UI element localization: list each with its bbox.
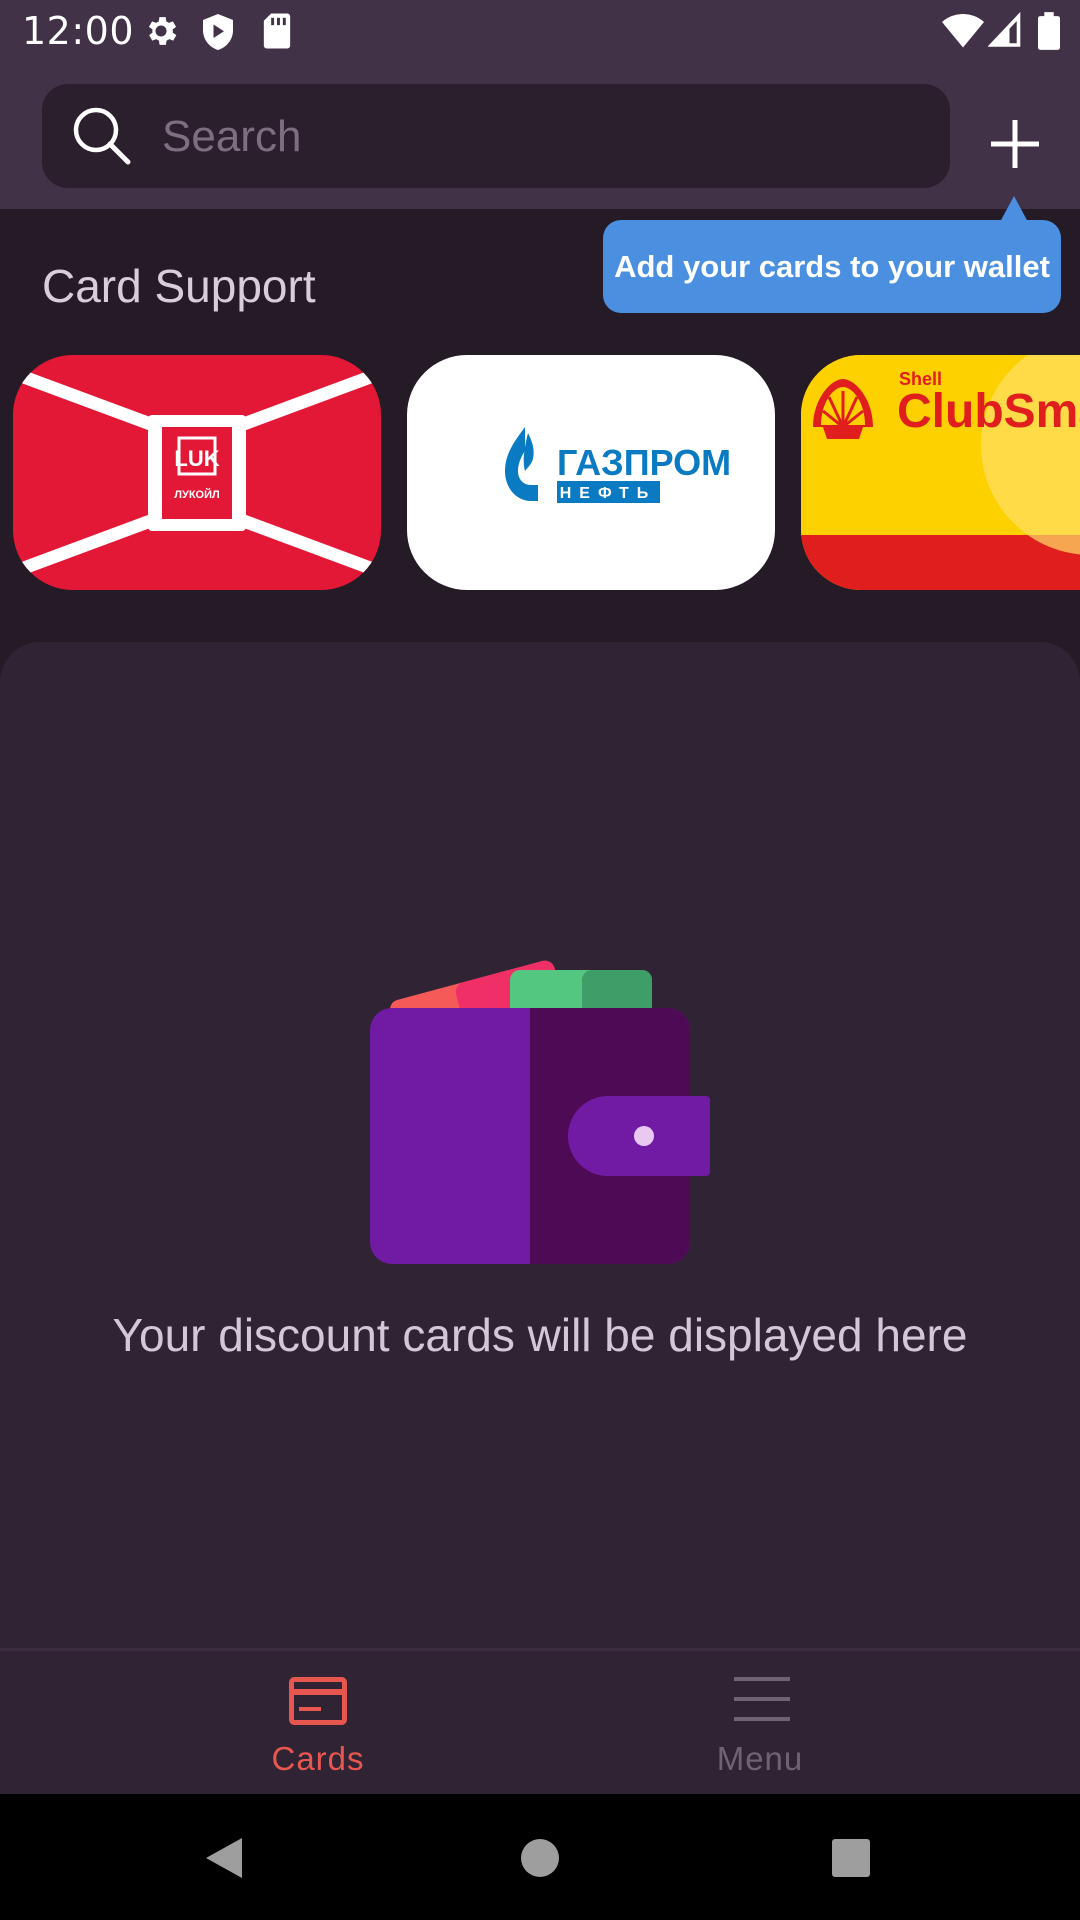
lukoil-card[interactable]: LUK ЛУКОЙЛ (13, 355, 381, 590)
status-bar: 12:00 (0, 0, 1080, 63)
home-icon[interactable] (520, 1838, 560, 1883)
plus-icon (987, 116, 1043, 177)
shell-logo-text: ClubSma (897, 385, 1080, 438)
shield-icon (200, 12, 236, 57)
settings-icon (142, 12, 180, 55)
wifi-icon (942, 13, 984, 53)
gazprom-logo-subtext: НЕФТЬ (560, 485, 657, 502)
sd-card-icon (262, 12, 292, 55)
shell-card[interactable]: Shell ClubSma (801, 355, 1080, 590)
svg-text:LUK: LUK (174, 446, 219, 471)
tooltip-arrow (1000, 196, 1028, 222)
gazprom-logo-text: ГАЗПРОМ (557, 442, 731, 483)
lukoil-logo: LUK ЛУКОЙЛ (13, 366, 381, 579)
card-support-title: Card Support (42, 260, 316, 312)
status-time: 12:00 (22, 9, 135, 53)
add-cards-tooltip[interactable]: Add your cards to your wallet (603, 220, 1061, 313)
battery-icon (1038, 12, 1060, 55)
nav-menu[interactable]: Menu (490, 1651, 1030, 1797)
system-navigation-bar (0, 1794, 1080, 1920)
menu-icon (733, 1675, 791, 1728)
app-bar (0, 63, 1080, 209)
signal-icon (987, 11, 1022, 53)
wallet-icon (368, 920, 712, 1269)
card-support-carousel[interactable]: LUK ЛУКОЙЛ ГАЗПРОМ НЕФТЬ Shell ClubSm (0, 355, 1080, 590)
recents-icon[interactable] (831, 1838, 871, 1883)
search-icon (70, 104, 134, 173)
search-input[interactable] (160, 84, 924, 190)
gazprom-card[interactable]: ГАЗПРОМ НЕФТЬ (407, 355, 775, 590)
back-icon[interactable] (204, 1836, 244, 1885)
search-bar[interactable] (42, 84, 950, 190)
gazprom-logo: ГАЗПРОМ НЕФТЬ (505, 427, 731, 503)
app-screen: 12:00 Search Add your cards to your wall… (0, 0, 1080, 1920)
card-icon (289, 1677, 347, 1730)
lukoil-logo-text: ЛУКОЙЛ (174, 488, 219, 501)
bottom-navigation: Cards Menu (0, 1648, 1080, 1797)
add-card-button[interactable] (970, 101, 1060, 191)
empty-state-message: Your discount cards will be displayed he… (112, 1309, 968, 1361)
nav-menu-label: Menu (716, 1740, 804, 1777)
shell-logo: Shell ClubSma (801, 355, 1080, 590)
